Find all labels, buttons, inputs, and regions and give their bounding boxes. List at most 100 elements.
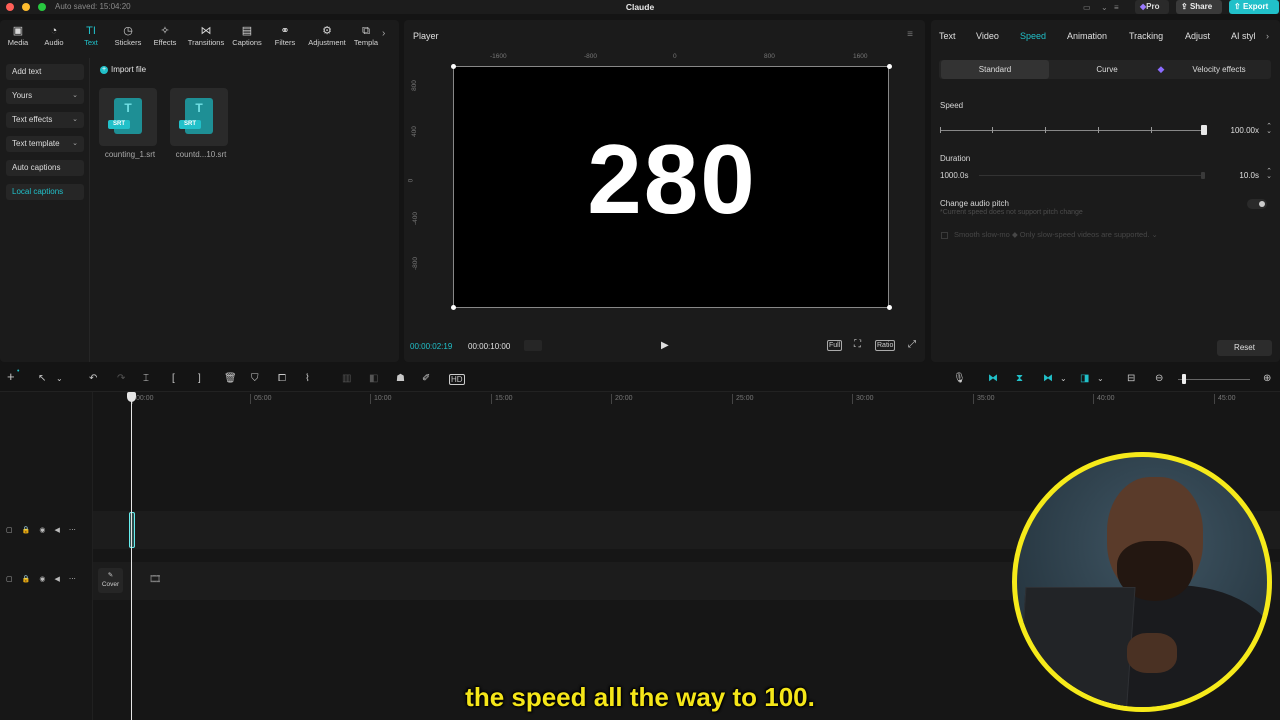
tool-filters[interactable]: ⚭ Filters bbox=[267, 24, 303, 47]
split-icon[interactable]: ⌶ bbox=[143, 373, 149, 385]
chevron-right-icon[interactable]: › bbox=[1266, 31, 1269, 41]
tool-text[interactable]: TI Text bbox=[73, 24, 109, 47]
shield-icon[interactable]: ⛉ bbox=[251, 373, 259, 385]
preview-text[interactable]: 280 bbox=[454, 129, 890, 229]
eye-icon[interactable]: ◉ bbox=[39, 527, 54, 534]
delete-icon[interactable]: 🗑 bbox=[224, 373, 237, 385]
mode-velocity-effects[interactable]: Velocity effects bbox=[1169, 60, 1269, 79]
sidebar-item-text-effects[interactable]: Text effects ⌄ bbox=[6, 112, 84, 128]
tool-media[interactable]: ▣ Media bbox=[0, 24, 36, 47]
track-select-icon[interactable]: ▢ bbox=[6, 576, 22, 583]
chevron-right-icon[interactable]: › bbox=[382, 28, 385, 39]
smooth-slowmo-option[interactable]: Smooth slow-mo ◆ Only slow-speed videos … bbox=[941, 230, 1158, 239]
sidebar-item-auto-captions[interactable]: Auto captions bbox=[6, 160, 84, 176]
full-quality-button[interactable]: Full bbox=[827, 340, 843, 351]
snap-icon[interactable]: ⧗ bbox=[1016, 373, 1023, 385]
sidebar-item-text-template[interactable]: Text template ⌄ bbox=[6, 136, 84, 152]
more-icon[interactable]: ⋯ bbox=[69, 576, 85, 583]
zoom-fit-icon[interactable]: ⛶ bbox=[853, 340, 862, 351]
cover-button[interactable]: ✎ Cover bbox=[98, 568, 123, 593]
audio-icon[interactable]: ◀ bbox=[54, 527, 68, 534]
hd-icon[interactable]: HD bbox=[449, 374, 465, 385]
menu-icon[interactable]: ≡ bbox=[1114, 3, 1119, 12]
lock-icon[interactable]: 🔒 bbox=[22, 527, 40, 534]
import-file-button[interactable]: + Import file bbox=[100, 63, 160, 77]
caption-clip[interactable] bbox=[129, 512, 135, 548]
layout-icon[interactable]: ▭ bbox=[1083, 3, 1091, 12]
resize-handle[interactable] bbox=[451, 305, 456, 310]
magic-wand-icon[interactable]: ✐ bbox=[422, 373, 430, 385]
sidebar-item-yours[interactable]: Yours ⌄ bbox=[6, 88, 84, 104]
tool-audio[interactable]: ◔ Audio bbox=[36, 24, 72, 47]
person-icon[interactable]: ☗ bbox=[396, 373, 405, 385]
mode-curve[interactable]: Curve bbox=[1053, 60, 1161, 79]
microphone-icon[interactable]: 🎙 bbox=[953, 373, 966, 385]
select-tool-icon[interactable]: ↖ bbox=[38, 373, 46, 385]
tab-video[interactable]: Video bbox=[976, 31, 999, 41]
preview-axis-icon[interactable]: ◨ bbox=[1080, 373, 1089, 385]
tool-transitions[interactable]: ⋈ Transitions bbox=[186, 24, 226, 47]
duration-value-input[interactable]: 10.0s bbox=[1239, 171, 1259, 180]
resize-handle[interactable] bbox=[451, 64, 456, 69]
tool-effects[interactable]: ✧ Effects bbox=[147, 24, 183, 47]
speed-slider-track[interactable] bbox=[940, 130, 1204, 131]
tab-speed[interactable]: Speed bbox=[1020, 31, 1046, 41]
media-file-thumbnail[interactable]: T SRT bbox=[170, 88, 228, 146]
eye-icon[interactable]: ◉ bbox=[39, 576, 54, 583]
chevron-down-icon[interactable]: ⌄ bbox=[1097, 373, 1104, 385]
speed-stepper-icon[interactable]: ⌃ ⌄ bbox=[1266, 123, 1272, 135]
ratio-button[interactable]: Ratio bbox=[875, 340, 896, 351]
crop-icon[interactable]: ⧠ bbox=[278, 373, 286, 385]
tab-text[interactable]: Text bbox=[939, 31, 956, 41]
layout-dropdown-icon[interactable]: ⌄ bbox=[1101, 3, 1108, 12]
reset-button[interactable]: Reset bbox=[1217, 340, 1272, 356]
split-right-icon[interactable]: ] bbox=[198, 373, 201, 385]
undo-icon[interactable]: ↶ bbox=[89, 373, 97, 385]
tool-templates[interactable]: ⧉ Templa bbox=[351, 24, 381, 47]
share-button[interactable]: ⇪ Share bbox=[1176, 0, 1222, 14]
pitch-toggle[interactable] bbox=[1247, 199, 1267, 209]
link-icon[interactable]: ⧓ bbox=[988, 373, 998, 385]
resize-handle[interactable] bbox=[887, 305, 892, 310]
magnet-icon[interactable]: ⧓ bbox=[1043, 373, 1053, 385]
zoom-slider-track[interactable] bbox=[1178, 379, 1250, 380]
chevron-down-icon[interactable]: ⌄ bbox=[1060, 373, 1067, 385]
fit-icon[interactable]: ⊟ bbox=[1127, 373, 1135, 385]
zoom-out-icon[interactable]: ⊖ bbox=[1155, 373, 1163, 385]
playhead-handle[interactable] bbox=[127, 392, 136, 402]
tab-tracking[interactable]: Tracking bbox=[1129, 31, 1163, 41]
zoom-in-icon[interactable]: ⊕ bbox=[1263, 373, 1271, 385]
mode-standard[interactable]: Standard bbox=[941, 60, 1049, 79]
media-file-thumbnail[interactable]: T SRT bbox=[99, 88, 157, 146]
speed-curve-icon[interactable]: ⌇ bbox=[305, 373, 310, 385]
chevron-down-icon[interactable]: ⌄ bbox=[56, 373, 63, 385]
tab-ai-style[interactable]: AI styl bbox=[1231, 31, 1256, 41]
speed-slider-handle[interactable] bbox=[1201, 125, 1207, 135]
tab-animation[interactable]: Animation bbox=[1067, 31, 1107, 41]
tool-captions[interactable]: ▤ Captions bbox=[229, 24, 265, 47]
duration-stepper-icon[interactable]: ⌃ ⌄ bbox=[1266, 168, 1272, 180]
timecode-format-toggle[interactable] bbox=[524, 340, 542, 351]
pro-button[interactable]: ◆Pro bbox=[1135, 0, 1169, 14]
smooth-slowmo-checkbox[interactable] bbox=[941, 231, 948, 239]
more-icon[interactable]: ⋯ bbox=[69, 527, 85, 534]
export-button[interactable]: ⇧ Export bbox=[1229, 0, 1279, 14]
tool-stickers[interactable]: ◷ Stickers bbox=[110, 24, 146, 47]
speed-value-input[interactable]: 100.00x bbox=[1231, 126, 1259, 135]
audio-icon[interactable]: ◀ bbox=[54, 576, 68, 583]
sidebar-item-add-text[interactable]: Add text bbox=[6, 64, 84, 80]
track-select-icon[interactable]: ▢ bbox=[6, 527, 22, 534]
menu-icon[interactable]: ≡ bbox=[907, 29, 913, 40]
play-button[interactable]: ▶ bbox=[661, 340, 669, 351]
zoom-slider-handle[interactable] bbox=[1182, 374, 1186, 384]
preview-canvas[interactable]: 280 bbox=[453, 66, 889, 308]
fullscreen-icon[interactable]: ⤢ bbox=[907, 340, 917, 351]
add-track-icon[interactable]: + bbox=[7, 370, 15, 383]
lock-icon[interactable]: 🔒 bbox=[22, 576, 40, 583]
sidebar-item-local-captions[interactable]: Local captions bbox=[6, 184, 84, 200]
playhead[interactable] bbox=[131, 392, 132, 720]
resize-handle[interactable] bbox=[887, 64, 892, 69]
split-left-icon[interactable]: [ bbox=[172, 373, 175, 385]
tool-adjustment[interactable]: ⚙ Adjustment bbox=[305, 24, 349, 47]
tab-adjust[interactable]: Adjust bbox=[1185, 31, 1210, 41]
